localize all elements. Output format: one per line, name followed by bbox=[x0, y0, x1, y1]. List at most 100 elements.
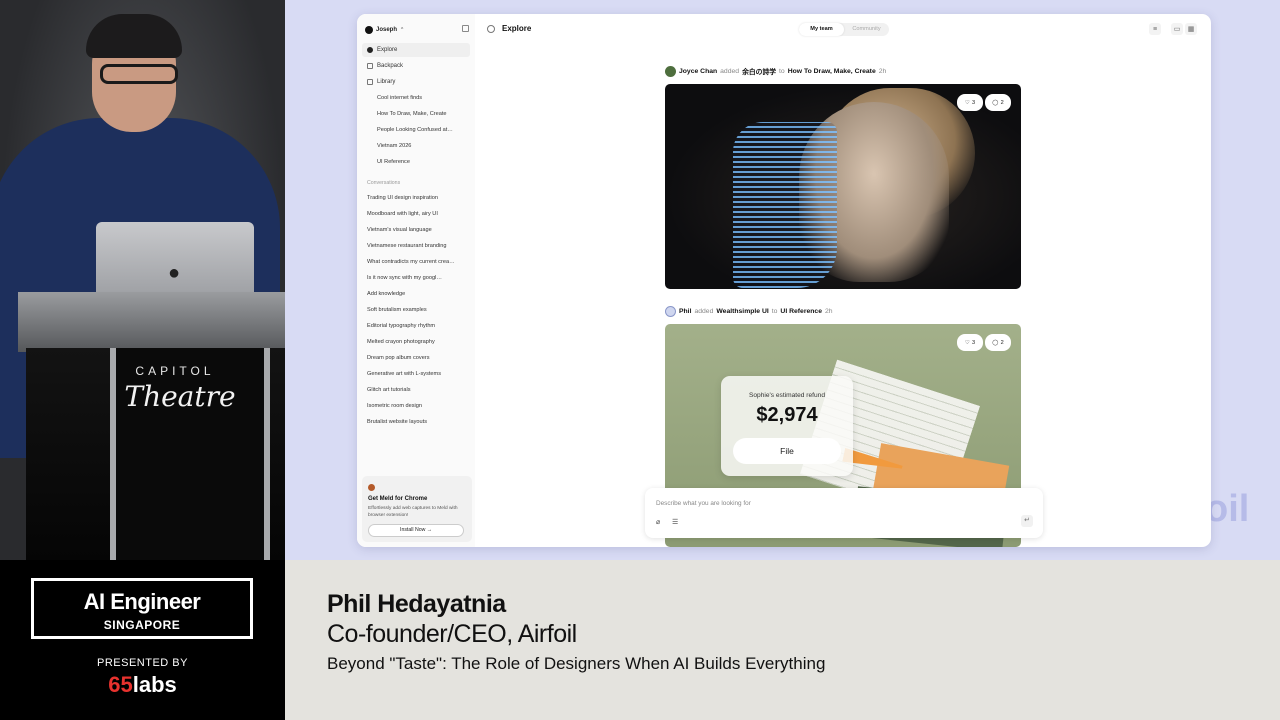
filter-icon[interactable]: ≡ bbox=[1149, 23, 1161, 35]
sidebar-item-library[interactable]: Library bbox=[362, 75, 470, 89]
user-avatar bbox=[665, 305, 676, 317]
feed-item-header: Joyce Chan added 余白の詩学 to How To Draw, M… bbox=[665, 65, 886, 77]
account-switcher[interactable]: Joseph ⌃ bbox=[365, 24, 404, 36]
comment-button[interactable]: ◯ 2 bbox=[985, 94, 1011, 111]
library-icon bbox=[367, 79, 373, 85]
sidebar: Joseph ⌃ Explore Backpack Library Cool i… bbox=[357, 14, 475, 547]
card-actions: ♡ 3 ◯ 2 bbox=[957, 334, 1011, 351]
layout-icon[interactable]: ▭ bbox=[1171, 23, 1183, 35]
comment-button[interactable]: ◯ 2 bbox=[985, 334, 1011, 351]
sliders-icon[interactable]: ☰ bbox=[672, 518, 678, 526]
conversation-item[interactable]: Glitch art tutorials bbox=[367, 384, 471, 396]
presented-by-label: PRESENTED BY bbox=[97, 657, 188, 669]
prompt-placeholder[interactable]: Describe what you are looking for bbox=[656, 500, 751, 507]
conversation-item[interactable]: Vietnam's visual language bbox=[367, 224, 471, 236]
promo-title: Get Meld for Chrome bbox=[368, 496, 428, 502]
conversation-item[interactable]: Dream pop album covers bbox=[367, 352, 471, 364]
main-content: Explore My team Community ≡ ▭ ▦ Joyce Ch… bbox=[475, 14, 1211, 547]
like-button[interactable]: ♡ 3 bbox=[957, 94, 983, 111]
feed-time: 2h bbox=[878, 67, 887, 75]
speaker-camera-feed: ● CAPITOL Theatre bbox=[0, 0, 285, 560]
feed-prep: to bbox=[771, 307, 778, 315]
library-item[interactable]: Vietnam 2026 bbox=[377, 140, 473, 152]
sidebar-toggle-icon[interactable] bbox=[462, 25, 469, 32]
sidebar-item-label: Backpack bbox=[377, 63, 404, 69]
feed-image-card[interactable]: ♡ 3 ◯ 2 bbox=[665, 84, 1021, 289]
comment-count: 2 bbox=[1000, 339, 1004, 346]
like-button[interactable]: ♡ 3 bbox=[957, 334, 983, 351]
refund-amount: $2,974 bbox=[756, 404, 818, 426]
presentation-slide: oil Joseph ⌃ Explore Backpack Library Co… bbox=[285, 0, 1280, 560]
sponsor-word: labs bbox=[132, 672, 177, 697]
sponsor-number: 65 bbox=[108, 672, 133, 697]
conversation-item[interactable]: What contradicts my current crea… bbox=[367, 256, 471, 268]
laptop bbox=[96, 222, 254, 296]
slide-background-word: oil bbox=[1205, 488, 1250, 530]
comment-icon: ◯ bbox=[992, 339, 999, 346]
chevron-updown-icon: ⌃ bbox=[400, 27, 405, 33]
apple-logo-icon: ● bbox=[167, 262, 181, 284]
user-avatar bbox=[665, 65, 676, 77]
refund-label: Sophie's estimated refund bbox=[748, 392, 826, 399]
search-prompt-box[interactable]: Describe what you are looking for ⌀ ☰ ↵ bbox=[645, 488, 1043, 538]
event-branding: AI Engineer SINGAPORE PRESENTED BY 65lab… bbox=[0, 560, 285, 720]
conversation-item[interactable]: Brutalist website layouts bbox=[367, 416, 471, 428]
podium-top bbox=[18, 292, 285, 352]
conversation-item[interactable]: Add knowledge bbox=[367, 288, 471, 300]
conversation-item[interactable]: Generative art with L-systems bbox=[367, 368, 471, 380]
sidebar-item-explore[interactable]: Explore bbox=[362, 43, 470, 57]
send-button[interactable]: ↵ bbox=[1021, 515, 1033, 527]
feed-time: 2h bbox=[824, 307, 833, 315]
sponsor-logo: 65labs bbox=[0, 672, 285, 698]
event-location: SINGAPORE bbox=[103, 618, 181, 632]
speaker-lower-third: Phil Hedayatnia Co-founder/CEO, Airfoil … bbox=[285, 560, 1280, 720]
heart-icon: ♡ bbox=[964, 99, 970, 106]
conversation-item[interactable]: Moodboard with light, airy UI bbox=[367, 208, 471, 220]
sidebar-item-backpack[interactable]: Backpack bbox=[362, 59, 470, 73]
grid-icon[interactable]: ▦ bbox=[1185, 23, 1197, 35]
feed-user[interactable]: Phil bbox=[679, 308, 691, 315]
conversation-item[interactable]: Trading UI design inspiration bbox=[367, 192, 471, 204]
compass-icon bbox=[487, 25, 495, 33]
library-item[interactable]: People Looking Confused at… bbox=[377, 124, 473, 136]
feed-collection[interactable]: UI Reference bbox=[780, 308, 822, 315]
tab-my-team[interactable]: My team bbox=[799, 23, 844, 36]
event-title: AI Engineer bbox=[83, 589, 201, 614]
conversation-item[interactable]: Vietnamese restaurant branding bbox=[367, 240, 471, 252]
like-count: 3 bbox=[971, 339, 976, 346]
speaker-glasses bbox=[100, 64, 178, 84]
feed-verb: added bbox=[720, 67, 740, 75]
podium-capitol-text: CAPITOL bbox=[135, 364, 215, 378]
conversation-item[interactable]: Melted crayon photography bbox=[367, 336, 471, 348]
feed-verb: added bbox=[694, 307, 714, 315]
feed-scope-tabs: My team Community bbox=[799, 23, 889, 36]
speaker-hair bbox=[86, 14, 182, 58]
app-window: Joseph ⌃ Explore Backpack Library Cool i… bbox=[357, 14, 1211, 547]
promo-description: Effortlessly add web captures to Meld wi… bbox=[368, 506, 458, 518]
event-logo: AI Engineer SINGAPORE bbox=[31, 578, 253, 639]
comment-count: 2 bbox=[1000, 99, 1004, 106]
account-name: Joseph bbox=[376, 27, 398, 33]
conversation-item[interactable]: Isometric room design bbox=[367, 400, 471, 412]
conversations-heading: Conversations bbox=[367, 180, 401, 186]
feed-item-title[interactable]: 余白の詩学 bbox=[742, 66, 776, 76]
feed-collection[interactable]: How To Draw, Make, Create bbox=[788, 68, 876, 75]
comment-icon: ◯ bbox=[992, 99, 999, 106]
install-now-button[interactable]: Install Now → bbox=[368, 524, 464, 537]
feed-item-header: Phil added Wealthsimple UI to UI Referen… bbox=[665, 305, 833, 317]
conversation-item[interactable]: Soft brutalism examples bbox=[367, 304, 471, 316]
refund-card: Sophie's estimated refund $2,974 File bbox=[721, 376, 853, 476]
tab-community[interactable]: Community bbox=[844, 23, 889, 36]
paperclip-icon[interactable]: ⌀ bbox=[656, 518, 660, 526]
file-button: File bbox=[733, 438, 841, 464]
feed-user[interactable]: Joyce Chan bbox=[679, 68, 717, 75]
library-item[interactable]: Cool internet finds bbox=[377, 92, 473, 104]
feed-item-title[interactable]: Wealthsimple UI bbox=[716, 308, 768, 315]
conversation-item[interactable]: Editorial typography rhythm bbox=[367, 320, 471, 332]
library-item[interactable]: UI Reference bbox=[377, 156, 473, 168]
glitch-overlay bbox=[733, 122, 837, 288]
conversation-item[interactable]: Is it now sync with my googl… bbox=[367, 272, 471, 284]
library-item[interactable]: How To Draw, Make, Create bbox=[377, 108, 473, 120]
speaker-name: Phil Hedayatnia bbox=[327, 590, 506, 618]
sidebar-item-label: Library bbox=[377, 79, 396, 85]
